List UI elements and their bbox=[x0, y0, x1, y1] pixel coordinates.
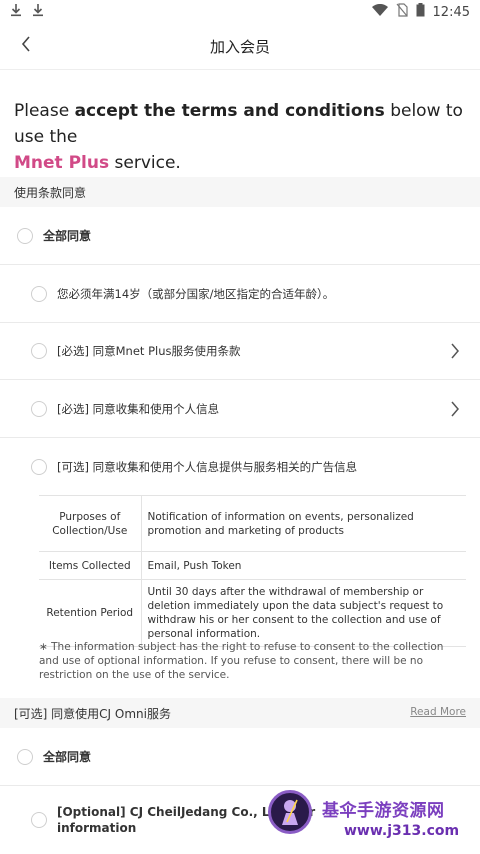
page-title: 加入会员 bbox=[209, 38, 270, 56]
privacy-consent-label: [必选] 同意收集和使用个人信息 bbox=[57, 401, 220, 416]
status-bar: 12:45 bbox=[0, 0, 480, 24]
section-title: 使用条款同意 bbox=[14, 185, 87, 200]
terms-consent-radio[interactable] bbox=[31, 343, 47, 359]
intro-text: Please accept the terms and conditions b… bbox=[14, 98, 469, 176]
terms-consent-row[interactable]: [必选] 同意Mnet Plus服务使用条款 bbox=[0, 323, 480, 380]
download-icon bbox=[10, 3, 22, 21]
ads-consent-radio[interactable] bbox=[31, 459, 47, 475]
table-row: Purposes of Collection/Use Notification … bbox=[39, 495, 466, 552]
wifi-icon bbox=[371, 3, 388, 20]
section-terms-header: 使用条款同意 bbox=[0, 177, 480, 207]
age-consent-radio[interactable] bbox=[31, 285, 47, 302]
consent-note: ∗ The information subject has the right … bbox=[39, 641, 444, 681]
brand-name: Mnet Plus bbox=[14, 153, 110, 173]
intro-bold: accept the terms and conditions bbox=[74, 101, 385, 121]
ads-consent-row[interactable]: [可选] 同意收集和使用个人信息提供与服务相关的广告信息 bbox=[0, 438, 480, 496]
table-cell-key: Retention Period bbox=[39, 579, 142, 647]
privacy-consent-radio[interactable] bbox=[31, 400, 47, 417]
table-cell-key: Purposes of Collection/Use bbox=[39, 495, 142, 552]
terms-consent-label: [必选] 同意Mnet Plus服务使用条款 bbox=[57, 344, 241, 358]
table-row: Retention Period Until 30 days after the… bbox=[39, 579, 466, 647]
omni-agree-all-label: 全部同意 bbox=[43, 750, 92, 764]
app-header: 加入会员 bbox=[0, 24, 480, 70]
table-row: Items Collected Email, Push Token bbox=[39, 551, 466, 580]
section-title: [可选] 同意使用CJ Omni服务 bbox=[14, 706, 171, 721]
cj-consent-line2: information bbox=[57, 821, 137, 835]
intro-part: service. bbox=[109, 153, 181, 173]
clock: 12:45 bbox=[432, 4, 470, 20]
table-cell-value: Email, Push Token bbox=[141, 551, 466, 580]
omni-agree-all-row[interactable]: 全部同意 bbox=[0, 728, 480, 786]
age-consent-row[interactable]: 您必须年满14岁（或部分国家/地区指定的合适年龄）。 bbox=[0, 265, 480, 323]
download-icon bbox=[32, 3, 44, 21]
intro-part: Please bbox=[14, 101, 75, 121]
ninja-logo-icon bbox=[268, 790, 312, 834]
table-cell-value: Until 30 days after the withdrawal of me… bbox=[141, 579, 466, 647]
table-cell-key: Items Collected bbox=[39, 551, 142, 580]
agree-all-label: 全部同意 bbox=[43, 229, 92, 243]
agree-all-row[interactable]: 全部同意 bbox=[0, 207, 480, 265]
cj-consent-radio[interactable] bbox=[31, 812, 47, 828]
section-omni-header: [可选] 同意使用CJ Omni服务 bbox=[0, 698, 480, 728]
back-button[interactable] bbox=[14, 34, 38, 58]
info-table: Purposes of Collection/Use Notification … bbox=[39, 495, 466, 647]
watermark-url: www.j313.com bbox=[344, 823, 460, 839]
omni-agree-all-radio[interactable] bbox=[17, 748, 33, 765]
watermark: 基伞手游资源网 www.j313.com bbox=[268, 790, 478, 850]
privacy-consent-row[interactable]: [必选] 同意收集和使用个人信息 bbox=[0, 380, 480, 438]
watermark-title: 基伞手游资源网 bbox=[322, 801, 445, 821]
chevron-right-icon[interactable] bbox=[448, 343, 462, 359]
age-consent-label: 您必须年满14岁（或部分国家/地区指定的合适年龄）。 bbox=[57, 286, 335, 301]
table-cell-value: Notification of information on events, p… bbox=[141, 495, 466, 552]
chevron-right-icon[interactable] bbox=[448, 401, 462, 416]
battery-icon bbox=[416, 3, 425, 21]
chevron-left-icon bbox=[20, 35, 32, 57]
read-more-link[interactable]: Read More bbox=[410, 706, 466, 718]
no-sim-icon bbox=[396, 3, 408, 21]
agree-all-radio[interactable] bbox=[17, 227, 33, 244]
ads-consent-label: [可选] 同意收集和使用个人信息提供与服务相关的广告信息 bbox=[57, 460, 358, 474]
